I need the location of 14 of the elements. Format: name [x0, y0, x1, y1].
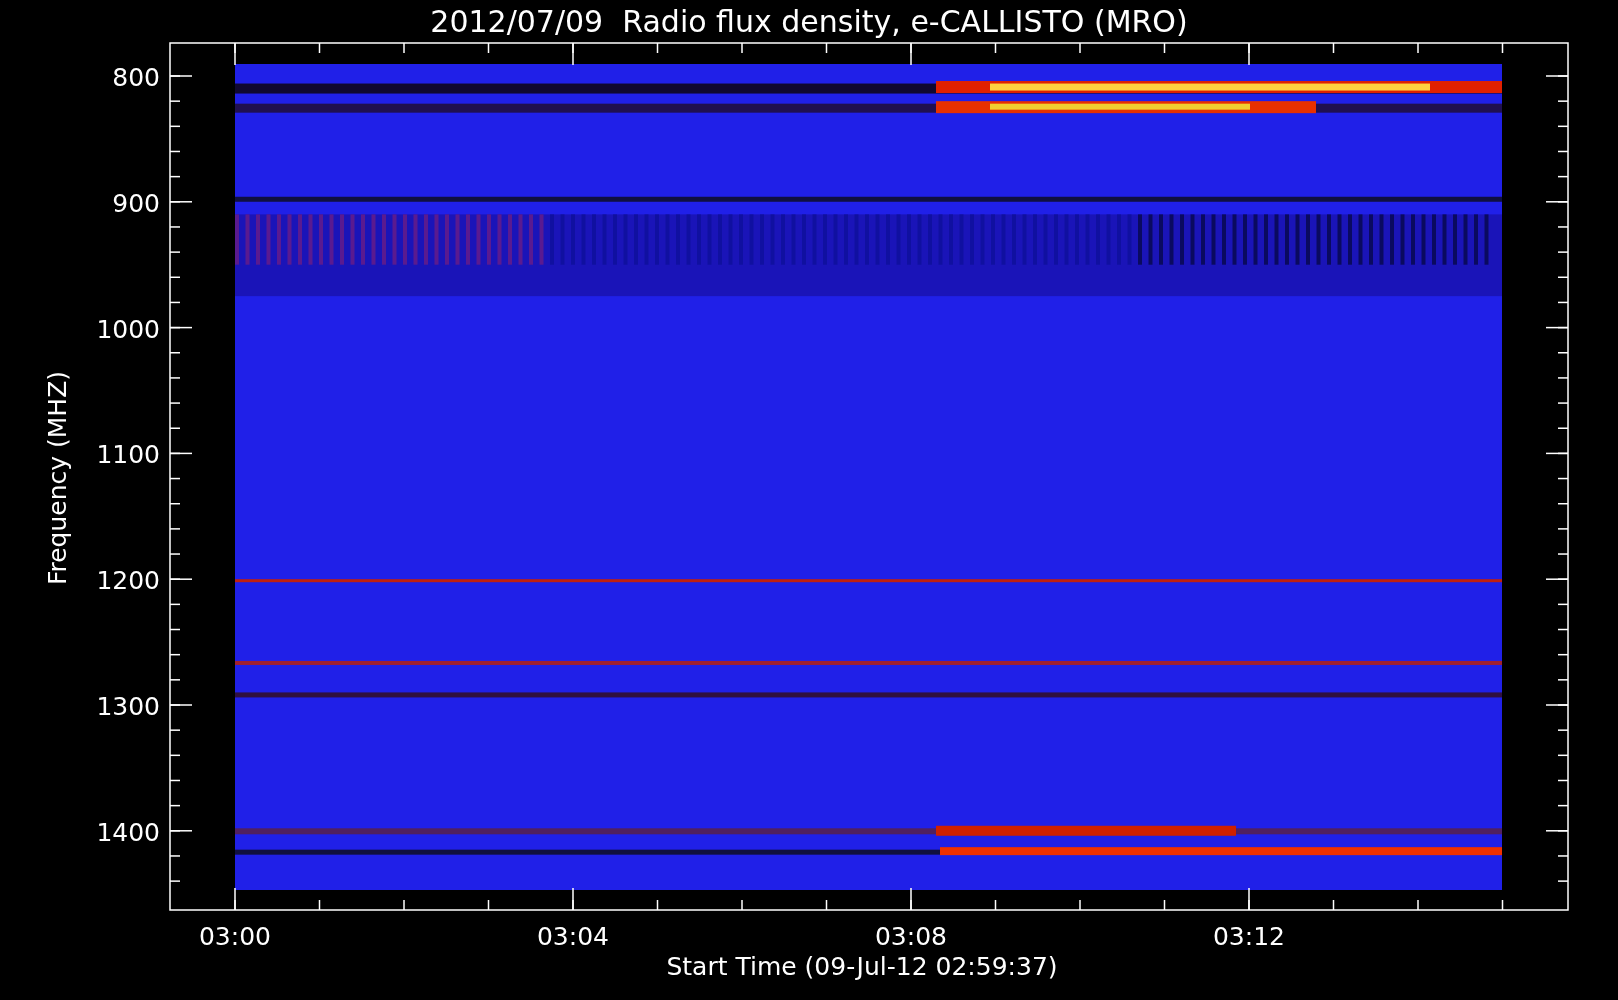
- tick-label: 03:08: [875, 922, 947, 951]
- tick-label: 03:12: [1213, 922, 1285, 951]
- tick-label: 03:00: [199, 922, 271, 951]
- tick-label: 800: [112, 63, 160, 92]
- tick-label: 900: [112, 188, 160, 218]
- tick-label: 1200: [96, 566, 160, 596]
- tick-label: 03:04: [537, 922, 609, 951]
- tick-label: 1400: [96, 817, 160, 847]
- axis-label: Start Time (09-Jul-12 02:59:37): [666, 952, 1058, 981]
- axis-label: Frequency (MHZ): [43, 370, 72, 586]
- tick-label: 1000: [96, 314, 160, 344]
- plot-title: 2012/07/09 Radio flux density, e-CALLISTO (MRO): [430, 4, 1188, 39]
- tick-label: 1100: [96, 440, 160, 470]
- tick-label: 1300: [96, 692, 160, 721]
